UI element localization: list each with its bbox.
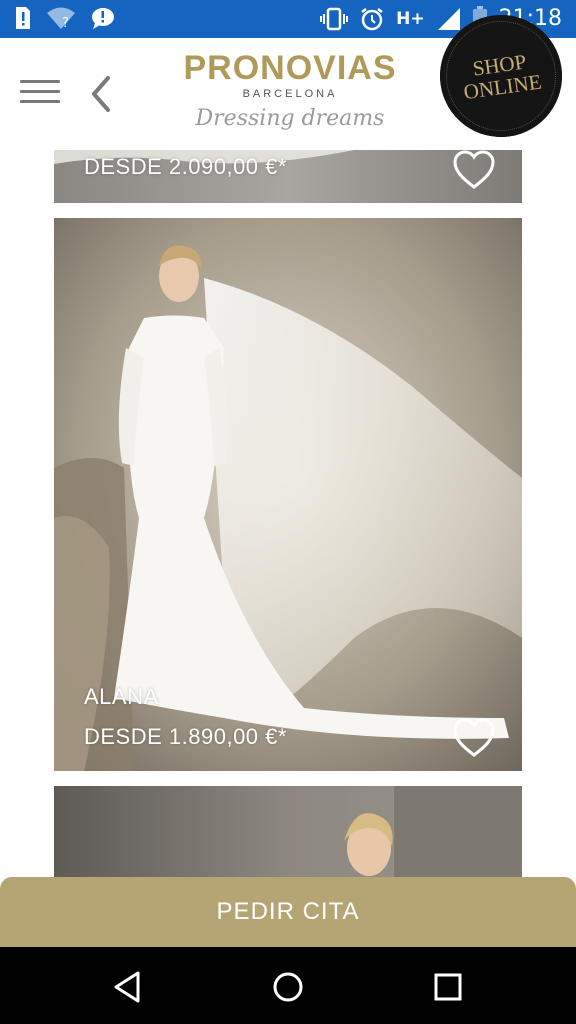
wifi-question-icon: ? [46, 6, 76, 30]
logo-subtitle: BARCELONA [242, 88, 338, 100]
svg-text:?: ? [62, 16, 69, 30]
shop-online-line2: ONLINE [462, 69, 543, 105]
sim-alert-icon [14, 5, 32, 31]
logo-brand: PRONOVIAS [183, 49, 397, 87]
book-appointment-button[interactable]: PEDIR CITA [0, 877, 576, 947]
product-photo [54, 786, 522, 886]
vibrate-icon [320, 7, 349, 31]
heart-outline-icon[interactable] [452, 150, 496, 190]
home-circle-icon[interactable] [268, 967, 308, 1007]
network-type: H+ [396, 9, 425, 29]
alarm-icon [360, 7, 384, 31]
product-price: DESDE 1.890,00 €* [84, 724, 287, 749]
heart-outline-icon[interactable] [452, 718, 496, 758]
shop-online-line1: SHOP [471, 49, 528, 81]
chat-icon [90, 6, 116, 30]
product-card[interactable]: ALANA DESDE 1.890,00 €* [54, 218, 522, 771]
pronovias-logo[interactable]: PRONOVIAS BARCELONA Dressing dreams [160, 50, 420, 131]
back-triangle-icon[interactable] [108, 967, 148, 1007]
navigation-bar [0, 947, 576, 1024]
signal-icon [437, 7, 461, 31]
recents-square-icon[interactable] [428, 967, 468, 1007]
product-card[interactable] [54, 786, 522, 886]
product-name: ALANA [84, 684, 159, 709]
hamburger-menu-icon[interactable] [20, 80, 60, 106]
product-card[interactable]: DESDE 2.090,00 €* [54, 150, 522, 203]
product-price: DESDE 2.090,00 €* [84, 154, 287, 179]
logo-tagline: Dressing dreams [195, 106, 385, 131]
back-chevron-icon[interactable] [86, 74, 116, 114]
